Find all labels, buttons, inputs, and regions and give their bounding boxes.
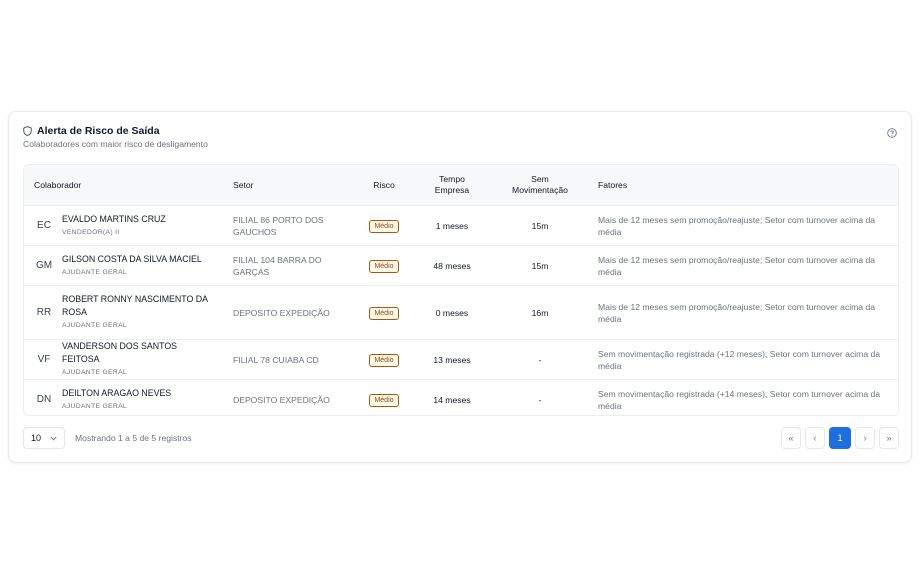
sem-mov-cell: 16m bbox=[492, 285, 588, 340]
fatores-cell: Mais de 12 meses sem promoção/reajuste; … bbox=[588, 205, 898, 246]
table-row[interactable]: DN DEILTON ARAGAO NEVES AJUDANTE GERAL DEP… bbox=[24, 380, 898, 416]
col-setor[interactable]: Setor bbox=[223, 165, 356, 206]
last-page-button[interactable]: » bbox=[879, 427, 899, 449]
fatores-cell: Mais de 12 meses sem promoção/reajuste; … bbox=[588, 245, 898, 286]
col-colaborador[interactable]: Colaborador bbox=[24, 165, 223, 206]
risk-alert-card: Alerta de Risco de Saída Colaboradores c… bbox=[8, 111, 912, 463]
col-tempo-line2: Empresa bbox=[434, 185, 470, 195]
tempo-cell: 13 meses bbox=[412, 339, 492, 380]
first-page-button[interactable]: « bbox=[781, 427, 801, 449]
table-row[interactable]: RR ROBERT RONNY NASCIMENTO DA ROSA AJUDANT… bbox=[24, 285, 898, 340]
avatar: VF bbox=[37, 353, 51, 365]
employee-role: AJUDANTE GERAL bbox=[62, 268, 128, 276]
prev-page-button[interactable]: ‹ bbox=[805, 427, 825, 449]
risk-badge: Médio bbox=[369, 259, 399, 273]
setor-cell: FILIAL 78 CUIABA CD bbox=[223, 339, 356, 380]
col-sem-line1: Sem bbox=[531, 174, 549, 184]
risk-badge: Médio bbox=[369, 219, 399, 233]
fatores-cell: Sem movimentação registrada (+12 meses);… bbox=[588, 339, 898, 380]
next-page-button[interactable]: › bbox=[855, 427, 875, 449]
employee-name: ROBERT RONNY NASCIMENTO DA ROSA bbox=[62, 294, 208, 317]
setor-cell: DEPOSITO EXPEDIÇÃO bbox=[233, 394, 330, 405]
tempo-cell: 1 meses bbox=[412, 205, 492, 246]
table-row[interactable]: VF VANDERSON DOS SANTOS FEITOSA AJUDANTE G… bbox=[24, 339, 898, 380]
sem-mov-cell: 15m bbox=[492, 245, 588, 286]
tempo-cell: 0 meses bbox=[412, 285, 492, 340]
employee-name: EVALDO MARTINS CRUZ bbox=[62, 213, 166, 224]
tempo-cell: 14 meses bbox=[433, 394, 471, 405]
avatar: EC bbox=[37, 219, 51, 231]
risk-badge: Médio bbox=[369, 306, 399, 320]
table-header-row: Colaborador Setor Risco Tempo Empresa Sem… bbox=[24, 165, 898, 206]
avatar: DN bbox=[36, 393, 52, 405]
col-risco[interactable]: Risco bbox=[356, 165, 412, 206]
pagination: « ‹ 1 › » bbox=[781, 427, 899, 449]
table-row[interactable]: EC EVALDO MARTINS CRUZ VENDEDOR(A) II FILI… bbox=[24, 205, 898, 246]
card-subtitle: Colaboradores com maior risco de desliga… bbox=[23, 139, 208, 149]
setor-cell: DEPOSITO EXPEDIÇÃO bbox=[223, 285, 356, 340]
employee-role: AJUDANTE GERAL bbox=[62, 322, 128, 329]
card-title: Alerta de Risco de Saída bbox=[37, 125, 160, 137]
risk-badge: Médio bbox=[369, 353, 399, 367]
setor-cell: FILIAL 104 BARRA DO GARÇAS bbox=[223, 245, 356, 286]
chevron-down-icon bbox=[50, 433, 57, 443]
employee-role: AJUDANTE GERAL bbox=[62, 402, 128, 410]
col-fatores[interactable]: Fatores bbox=[588, 165, 898, 206]
risk-badge: Médio bbox=[369, 393, 399, 407]
help-circle-icon[interactable] bbox=[887, 125, 897, 143]
sem-mov-cell: - bbox=[538, 394, 542, 405]
table-row[interactable]: GM GILSON COSTA DA SILVA MACIEL AJUDANTE G… bbox=[24, 245, 898, 286]
employee-role: AJUDANTE GERAL bbox=[62, 369, 128, 376]
employee-name: GILSON COSTA DA SILVA MACIEL bbox=[62, 253, 202, 264]
page-size-value: 10 bbox=[31, 433, 42, 443]
fatores-cell: Sem movimentação registrada (+14 meses);… bbox=[598, 388, 881, 411]
avatar: RR bbox=[36, 306, 52, 318]
employee-name: VANDERSON DOS SANTOS FEITOSA bbox=[62, 341, 178, 364]
avatar: GM bbox=[35, 259, 53, 271]
col-sem-line2: Movimentação bbox=[512, 185, 568, 195]
card-header: Alerta de Risco de Saída bbox=[23, 125, 160, 137]
sem-mov-cell: - bbox=[492, 339, 588, 380]
fatores-cell: Mais de 12 meses sem promoção/reajuste; … bbox=[588, 285, 898, 340]
sem-mov-cell: 15m bbox=[492, 205, 588, 246]
tempo-cell: 48 meses bbox=[412, 245, 492, 286]
page-size-select[interactable]: 10 bbox=[23, 427, 65, 449]
page-1-button[interactable]: 1 bbox=[829, 427, 851, 449]
risk-table: Colaborador Setor Risco Tempo Empresa Sem… bbox=[23, 164, 899, 416]
col-tempo-empresa[interactable]: Tempo Empresa bbox=[412, 165, 492, 206]
col-sem-movimentacao[interactable]: Sem Movimentação bbox=[492, 165, 588, 206]
shield-icon bbox=[23, 126, 32, 136]
employee-role: VENDEDOR(A) II bbox=[62, 228, 120, 236]
setor-cell: FILIAL 86 PORTO DOS GAUCHOS bbox=[223, 205, 356, 246]
col-tempo-line1: Tempo bbox=[439, 174, 465, 184]
records-info: Mostrando 1 a 5 de 5 registros bbox=[75, 433, 192, 443]
employee-name: DEILTON ARAGAO NEVES bbox=[62, 387, 172, 398]
